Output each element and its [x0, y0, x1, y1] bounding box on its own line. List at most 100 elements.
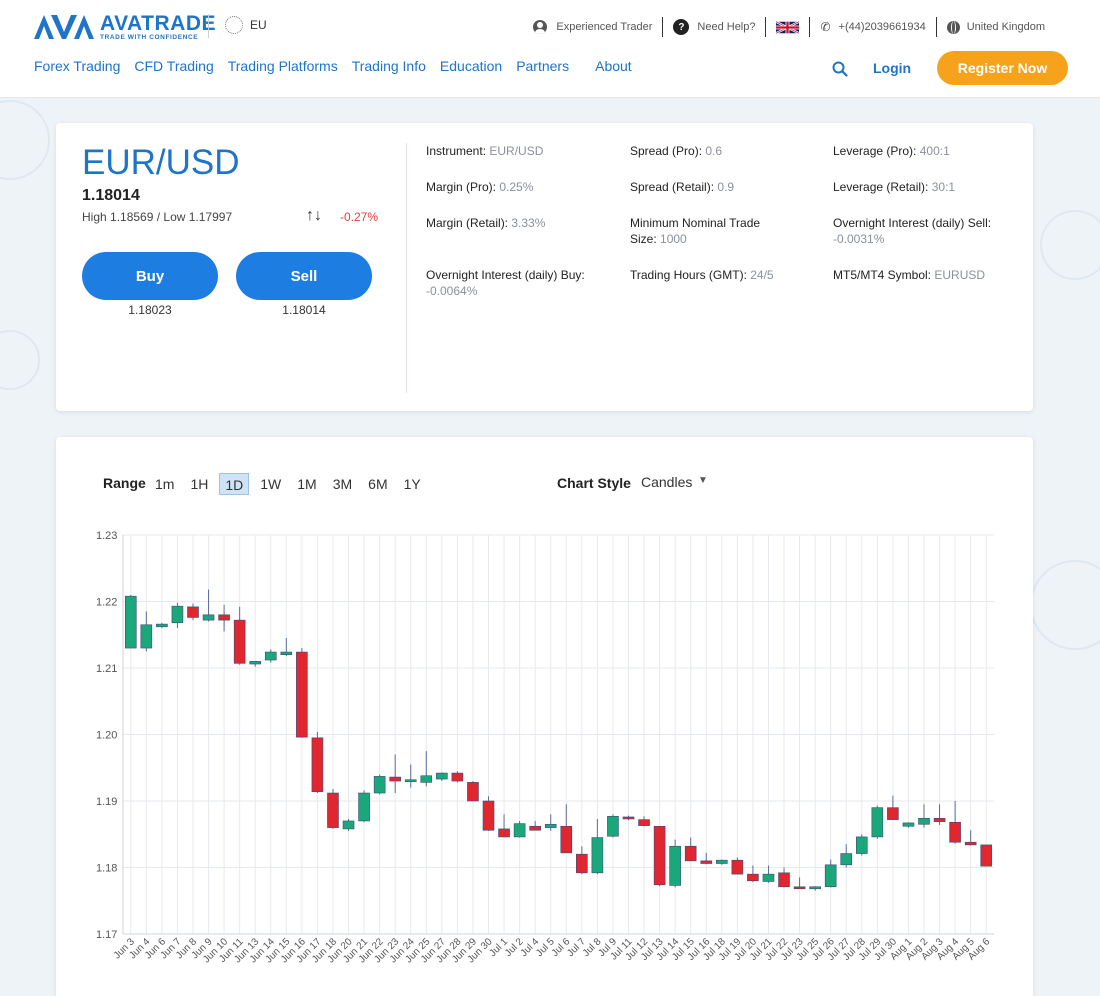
globe-icon — [946, 20, 960, 34]
logo-word: AVATRADE — [100, 11, 216, 35]
candle-body — [467, 782, 479, 802]
sell-button[interactable]: Sell — [236, 252, 372, 300]
nav-cfd-trading[interactable]: CFD Trading — [134, 58, 213, 74]
spec-label: Leverage (Pro): — [833, 144, 917, 158]
y-tick-label: 1.21 — [96, 663, 117, 675]
language-selector[interactable] — [766, 17, 809, 37]
candle-body — [420, 775, 433, 783]
candle-body — [156, 623, 168, 628]
search-icon[interactable] — [832, 61, 848, 77]
candle-body — [933, 817, 946, 822]
spec-label: Spread (Retail): — [630, 180, 715, 194]
spec-overnight-buy: Overnight Interest (daily) Buy: -0.0064% — [426, 267, 586, 299]
candle-body — [560, 825, 573, 854]
spec-value: -0.0031% — [833, 232, 885, 246]
spec-trading-hours: Trading Hours (GMT): 24/5 — [630, 267, 810, 283]
experienced-trader-link[interactable]: Experienced Trader — [523, 17, 662, 37]
candle-body — [171, 605, 184, 624]
spec-mt-symbol: MT5/MT4 Symbol: EURUSD — [833, 267, 1023, 283]
phone-number: +(44)2039661934 — [838, 21, 926, 33]
buy-price: 1.18023 — [128, 303, 172, 317]
candle-body — [964, 841, 977, 846]
help-link[interactable]: ? Need Help? — [663, 17, 765, 37]
logo-mark-icon — [34, 15, 94, 39]
background-decoration — [1040, 210, 1100, 280]
spec-value: EURUSD — [934, 268, 986, 282]
y-tick-label: 1.22 — [96, 597, 117, 609]
background-decoration — [0, 330, 40, 390]
candle-body — [700, 860, 713, 864]
candle-body — [684, 845, 697, 862]
buy-button[interactable]: Buy — [82, 252, 218, 300]
candle-body — [296, 651, 308, 738]
candle-body — [264, 651, 277, 661]
y-tick-label: 1.17 — [96, 929, 117, 941]
background-decoration — [1030, 560, 1100, 650]
logo-text: AVATRADE TRADE WITH CONFIDENCE — [100, 13, 216, 42]
y-tick-label: 1.18 — [96, 863, 117, 875]
spec-value: 0.9 — [717, 180, 735, 194]
candle-body — [498, 828, 510, 838]
spec-value: 3.33% — [511, 216, 546, 230]
country-label: United Kingdom — [966, 21, 1045, 33]
candle-body — [404, 779, 417, 783]
candle-body — [669, 845, 681, 886]
spec-value: 0.25% — [499, 180, 534, 194]
candle-body — [436, 772, 448, 780]
spec-spread-retail: Spread (Retail): 0.9 — [630, 179, 810, 195]
nav-partners[interactable]: Partners — [516, 58, 569, 74]
region-selector[interactable]: EU — [225, 16, 267, 34]
candle-body — [824, 864, 837, 888]
y-tick-label: 1.19 — [96, 796, 117, 808]
nav-trading-platforms[interactable]: Trading Platforms — [228, 58, 338, 74]
candle-body — [249, 661, 262, 665]
register-now-button[interactable]: Register Now — [937, 51, 1068, 85]
spec-label: Leverage (Retail): — [833, 180, 929, 194]
candle-body — [716, 859, 728, 864]
phone-icon: ✆ — [820, 20, 831, 34]
candle-body — [187, 606, 199, 618]
spec-overnight-sell: Overnight Interest (daily) Sell: -0.0031… — [833, 215, 993, 247]
nav-education[interactable]: Education — [440, 58, 502, 74]
candle-body — [311, 737, 324, 792]
country-selector[interactable]: United Kingdom — [937, 17, 1055, 37]
nav-trading-info[interactable]: Trading Info — [352, 58, 426, 74]
spec-margin-retail: Margin (Retail): 3.33% — [426, 215, 606, 231]
candle-body — [218, 614, 230, 621]
candle-body — [871, 807, 884, 838]
candle-body — [280, 651, 293, 655]
candle-body — [902, 822, 915, 827]
spec-leverage-pro: Leverage (Pro): 400:1 — [833, 143, 1013, 159]
candle-body — [544, 823, 557, 828]
candlestick-chart[interactable]: 1.171.181.191.201.211.221.23Jun 3Jun 4Ju… — [56, 437, 1033, 996]
spec-label: Trading Hours (GMT): — [630, 268, 747, 282]
candle-body — [576, 853, 588, 874]
nav-about[interactable]: About — [595, 58, 632, 74]
candle-body — [451, 772, 464, 782]
spec-value: 30:1 — [931, 180, 956, 194]
avatrade-logo[interactable]: AVATRADE TRADE WITH CONFIDENCE — [34, 13, 216, 42]
background-decoration — [0, 100, 50, 180]
y-tick-label: 1.20 — [96, 730, 117, 742]
candle-body — [327, 792, 339, 828]
help-icon: ? — [673, 19, 690, 35]
candle-body — [342, 820, 355, 830]
spec-label: Spread (Pro): — [630, 144, 703, 158]
spec-label: MT5/MT4 Symbol: — [833, 268, 932, 282]
spec-value: 1000 — [660, 232, 687, 246]
login-link[interactable]: Login — [873, 60, 911, 76]
up-down-arrows-icon: ↑↓ — [306, 207, 322, 224]
high-low-range: High 1.18569 / Low 1.17997 — [82, 210, 233, 224]
spec-value: 400:1 — [919, 144, 950, 158]
candle-body — [591, 837, 604, 874]
candle-body — [513, 823, 526, 838]
sell-price: 1.18014 — [282, 303, 326, 317]
spec-value: 0.6 — [705, 144, 723, 158]
spec-min-nominal-trade: Minimum Nominal Trade Size: 1000 — [630, 215, 790, 247]
instrument-info-card: EUR/USD 1.18014 High 1.18569 / Low 1.179… — [56, 123, 1033, 411]
candle-body — [762, 873, 775, 882]
nav-forex-trading[interactable]: Forex Trading — [34, 58, 120, 74]
phone-link[interactable]: ✆ +(44)2039661934 — [810, 17, 935, 37]
y-tick-label: 1.23 — [96, 530, 117, 542]
candle-body — [918, 817, 930, 825]
